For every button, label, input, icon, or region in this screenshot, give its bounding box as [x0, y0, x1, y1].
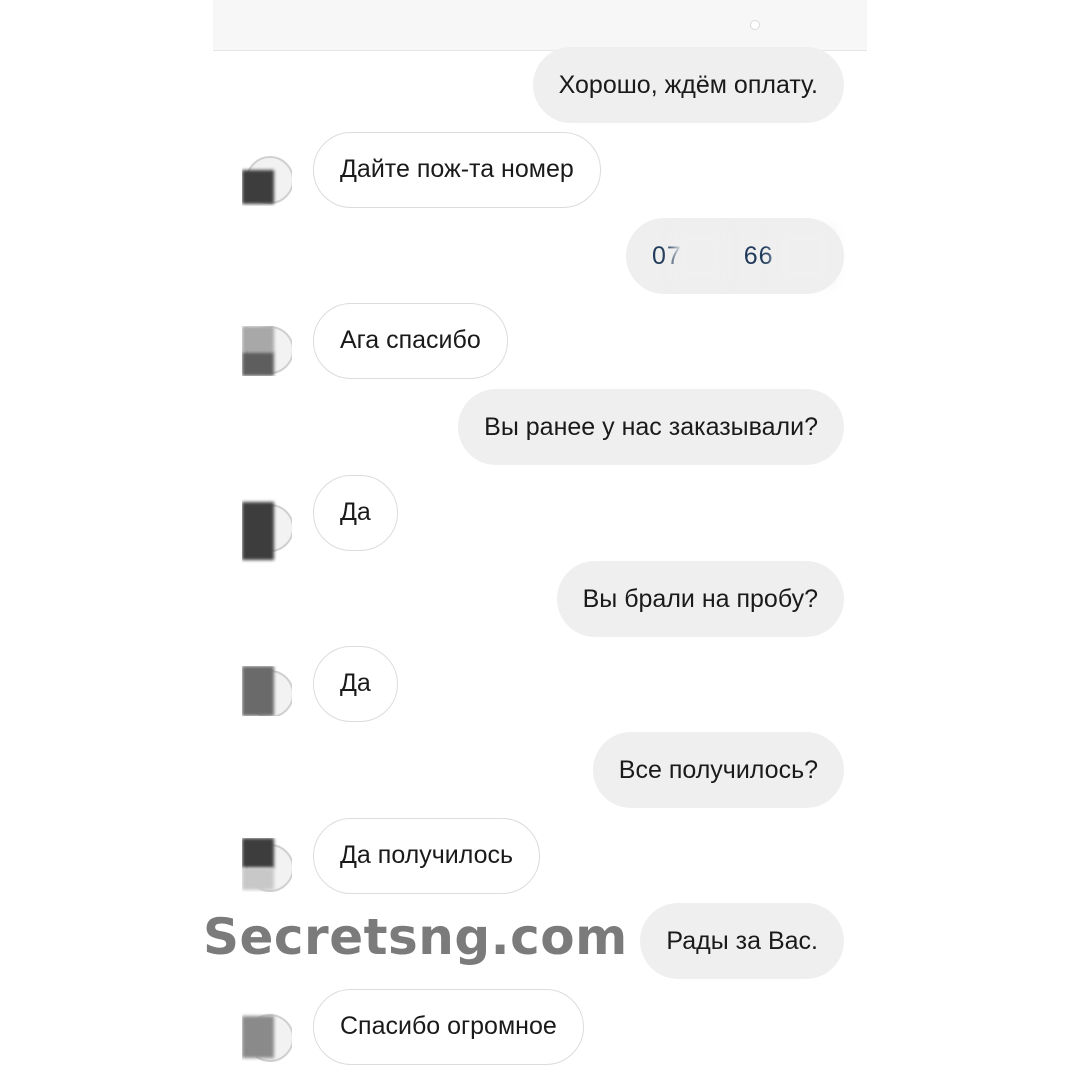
message-text: Хорошо, ждём оплату.: [558, 71, 818, 99]
phone-redaction-mask: [674, 228, 726, 284]
incoming-message[interactable]: Да: [313, 475, 398, 551]
contact-avatar[interactable]: [242, 326, 292, 376]
incoming-message[interactable]: Да: [313, 646, 398, 722]
message-text: Вы брали на пробу?: [582, 585, 818, 613]
incoming-message[interactable]: Ага спасибо: [313, 303, 508, 379]
incoming-message[interactable]: Да получилось: [313, 818, 541, 894]
incoming-message[interactable]: Спасибо огромное: [313, 989, 584, 1065]
outgoing-message[interactable]: Хорошо, ждём оплату.: [532, 47, 844, 123]
phone-redaction-mask: [774, 228, 834, 284]
contact-avatar[interactable]: [242, 666, 292, 716]
avatar-blur-mask: [242, 502, 274, 560]
avatar-blur-mask: [242, 352, 274, 376]
contact-avatar[interactable]: [242, 498, 292, 564]
outgoing-message[interactable]: Все получилось?: [592, 732, 844, 808]
message-text: Да получилось: [340, 841, 514, 869]
message-text: Ага спасибо: [340, 326, 481, 354]
message-text: Спасибо огромное: [340, 1012, 557, 1040]
incoming-message[interactable]: Дайте пож-та номер: [313, 132, 601, 208]
camera-dot-icon: [750, 20, 760, 30]
message-text: Рады за Вас.: [666, 927, 818, 955]
outgoing-message[interactable]: Вы ранее у нас заказывали?: [458, 389, 844, 465]
outgoing-phone-message[interactable]: 07 66: [626, 218, 844, 294]
contact-avatar[interactable]: [242, 156, 292, 206]
message-text: Дайте пож-та номер: [340, 155, 574, 183]
avatar-blur-mask: [242, 326, 274, 352]
avatar-blur-mask: [242, 838, 274, 868]
phone-number-middle[interactable]: 66: [744, 242, 774, 270]
contact-avatar[interactable]: [242, 1012, 292, 1062]
message-text: Все получилось?: [618, 756, 818, 784]
avatar-blur-mask: [242, 666, 274, 716]
outgoing-message[interactable]: Вы брали на пробу?: [556, 561, 844, 637]
message-text: Да: [340, 498, 371, 526]
avatar-blur-mask: [242, 1016, 274, 1058]
top-bar: [213, 0, 867, 51]
avatar-blur-mask: [242, 170, 274, 204]
message-text: Вы ранее у нас заказывали?: [484, 413, 818, 441]
message-text: Да: [340, 669, 371, 697]
contact-avatar[interactable]: [242, 838, 292, 892]
outgoing-message[interactable]: Рады за Вас.: [640, 903, 844, 979]
site-watermark: Secretsng.com: [203, 908, 628, 966]
avatar-blur-mask: [242, 868, 274, 890]
